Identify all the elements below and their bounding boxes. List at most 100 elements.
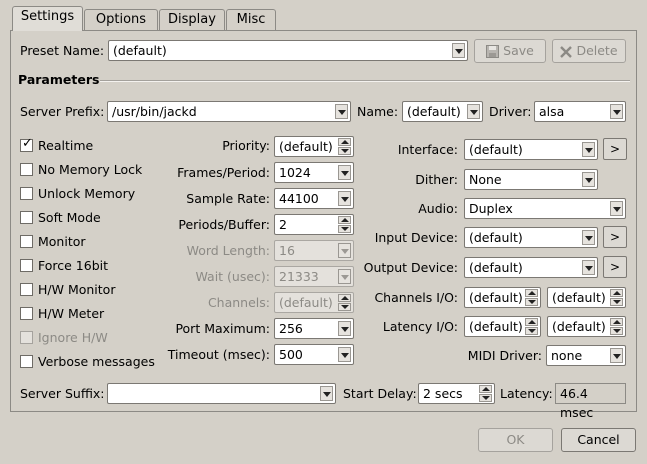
checkbox[interactable] (20, 163, 33, 176)
output-device-combo[interactable]: (default) (464, 257, 598, 278)
spin-down-icon[interactable] (338, 225, 351, 233)
tab-display[interactable]: Display (159, 9, 225, 30)
server-prefix-combo[interactable]: /usr/bin/jackd (107, 101, 351, 122)
spin-down-icon[interactable] (338, 147, 351, 155)
tab-options[interactable]: Options (84, 9, 158, 30)
chevron-down-icon[interactable] (338, 321, 351, 336)
spin-up-icon[interactable] (479, 385, 492, 393)
checkbox[interactable] (20, 259, 33, 272)
spin-up-icon[interactable] (525, 318, 538, 326)
latency-out-spinbox[interactable]: (default) (547, 316, 626, 337)
checkbox-label[interactable]: No Memory Lock (38, 162, 142, 178)
checkbox-label[interactable]: Monitor (38, 234, 86, 250)
spin-up-icon[interactable] (610, 318, 623, 326)
frames-period-value: 1024 (279, 165, 311, 180)
save-icon (486, 45, 500, 58)
checkbox (20, 331, 33, 344)
port-maximum-combo[interactable]: 256 (274, 318, 354, 339)
driver-label: Driver: (489, 104, 532, 119)
channels-in-value: (default) (469, 290, 523, 305)
chevron-down-icon[interactable] (610, 104, 623, 119)
checkbox-label[interactable]: Verbose messages (38, 354, 155, 370)
input-device-select-button[interactable]: > (603, 226, 627, 248)
server-suffix-combo[interactable] (107, 383, 336, 404)
spin-down-icon[interactable] (610, 327, 623, 335)
latency-label: Latency: (500, 386, 553, 401)
preset-name-combo[interactable]: (default) (108, 40, 468, 61)
wait-usec-combo: 21333 (274, 266, 354, 287)
chevron-down-icon[interactable] (610, 348, 623, 363)
spin-down-icon[interactable] (610, 298, 623, 306)
checkbox-label[interactable]: H/W Monitor (38, 282, 115, 298)
ok-button[interactable]: OK (478, 428, 553, 452)
driver-combo[interactable]: alsa (534, 101, 626, 122)
output-device-value: (default) (469, 260, 523, 275)
sample-rate-combo[interactable]: 44100 (274, 188, 354, 209)
channels-out-spinbox[interactable]: (default) (547, 287, 626, 308)
port-maximum-label: Port Maximum: (175, 321, 270, 336)
frames-period-combo[interactable]: 1024 (274, 162, 354, 183)
chevron-down-icon[interactable] (582, 230, 595, 245)
output-device-select-button[interactable]: > (603, 256, 627, 278)
checkbox-label[interactable]: Realtime (38, 138, 93, 154)
latency-in-spinbox[interactable]: (default) (464, 316, 541, 337)
tab-settings[interactable]: Settings (12, 6, 83, 31)
checkbox-label[interactable]: Soft Mode (38, 210, 101, 226)
spin-down-icon[interactable] (525, 298, 538, 306)
name-label: Name: (357, 104, 399, 119)
cancel-button[interactable]: Cancel (561, 428, 636, 452)
priority-spinbox[interactable]: (default) (274, 136, 354, 157)
spin-up-icon[interactable] (525, 289, 538, 297)
checkbox-label[interactable]: H/W Meter (38, 306, 104, 322)
priority-value: (default) (279, 139, 333, 154)
spin-down-icon[interactable] (479, 394, 492, 402)
start-delay-spinbox[interactable]: 2 secs (418, 383, 495, 404)
checkbox[interactable] (20, 187, 33, 200)
checkbox[interactable] (20, 355, 33, 368)
input-device-combo[interactable]: (default) (464, 227, 598, 248)
tab-misc[interactable]: Misc (226, 9, 276, 30)
chevron-down-icon[interactable] (467, 104, 480, 119)
spin-up-icon[interactable] (338, 138, 351, 146)
checkbox-label[interactable]: Force 16bit (38, 258, 108, 274)
chevron-down-icon[interactable] (338, 191, 351, 206)
spin-down-icon[interactable] (525, 327, 538, 335)
sample-rate-label: Sample Rate: (186, 191, 270, 206)
dither-combo[interactable]: None (464, 169, 598, 190)
chevron-down-icon[interactable] (582, 142, 595, 157)
interface-select-button[interactable]: > (603, 138, 627, 160)
timeout-combo[interactable]: 500 (274, 344, 354, 365)
chevron-down-icon[interactable] (610, 201, 623, 216)
checkbox[interactable] (20, 307, 33, 320)
name-combo[interactable]: (default) (402, 101, 483, 122)
midi-driver-combo[interactable]: none (546, 345, 626, 366)
checkbox[interactable] (20, 283, 33, 296)
channels-in-spinbox[interactable]: (default) (464, 287, 541, 308)
chevron-down-icon[interactable] (582, 260, 595, 275)
delete-button[interactable]: Delete (552, 39, 626, 63)
checkbox[interactable] (20, 235, 33, 248)
chevron-down-icon[interactable] (335, 104, 348, 119)
channels-io-label: Channels I/O: (374, 290, 458, 305)
audio-combo[interactable]: Duplex (464, 198, 626, 219)
word-length-combo: 16 (274, 240, 354, 261)
interface-combo[interactable]: (default) (464, 139, 598, 160)
chevron-down-icon[interactable] (452, 43, 465, 58)
chevron-down-icon[interactable] (338, 347, 351, 362)
driver-value: alsa (539, 104, 565, 119)
save-button[interactable]: Save (474, 39, 546, 63)
server-prefix-value: /usr/bin/jackd (112, 104, 197, 119)
spin-up-icon[interactable] (610, 289, 623, 297)
checkbox-label[interactable]: Unlock Memory (38, 186, 135, 202)
periods-buffer-spinbox[interactable]: 2 (274, 214, 354, 235)
preset-name-value: (default) (113, 43, 167, 58)
chevron-down-icon[interactable] (320, 386, 333, 401)
checkbox[interactable]: ✓ (20, 137, 33, 152)
parameters-heading: Parameters (18, 72, 100, 87)
chevron-down-icon[interactable] (338, 165, 351, 180)
chevron-down-icon[interactable] (582, 172, 595, 187)
channels-label: Channels: (207, 295, 270, 310)
spin-up-icon[interactable] (338, 216, 351, 224)
wait-usec-label: Wait (usec): (195, 269, 270, 284)
checkbox[interactable] (20, 211, 33, 224)
